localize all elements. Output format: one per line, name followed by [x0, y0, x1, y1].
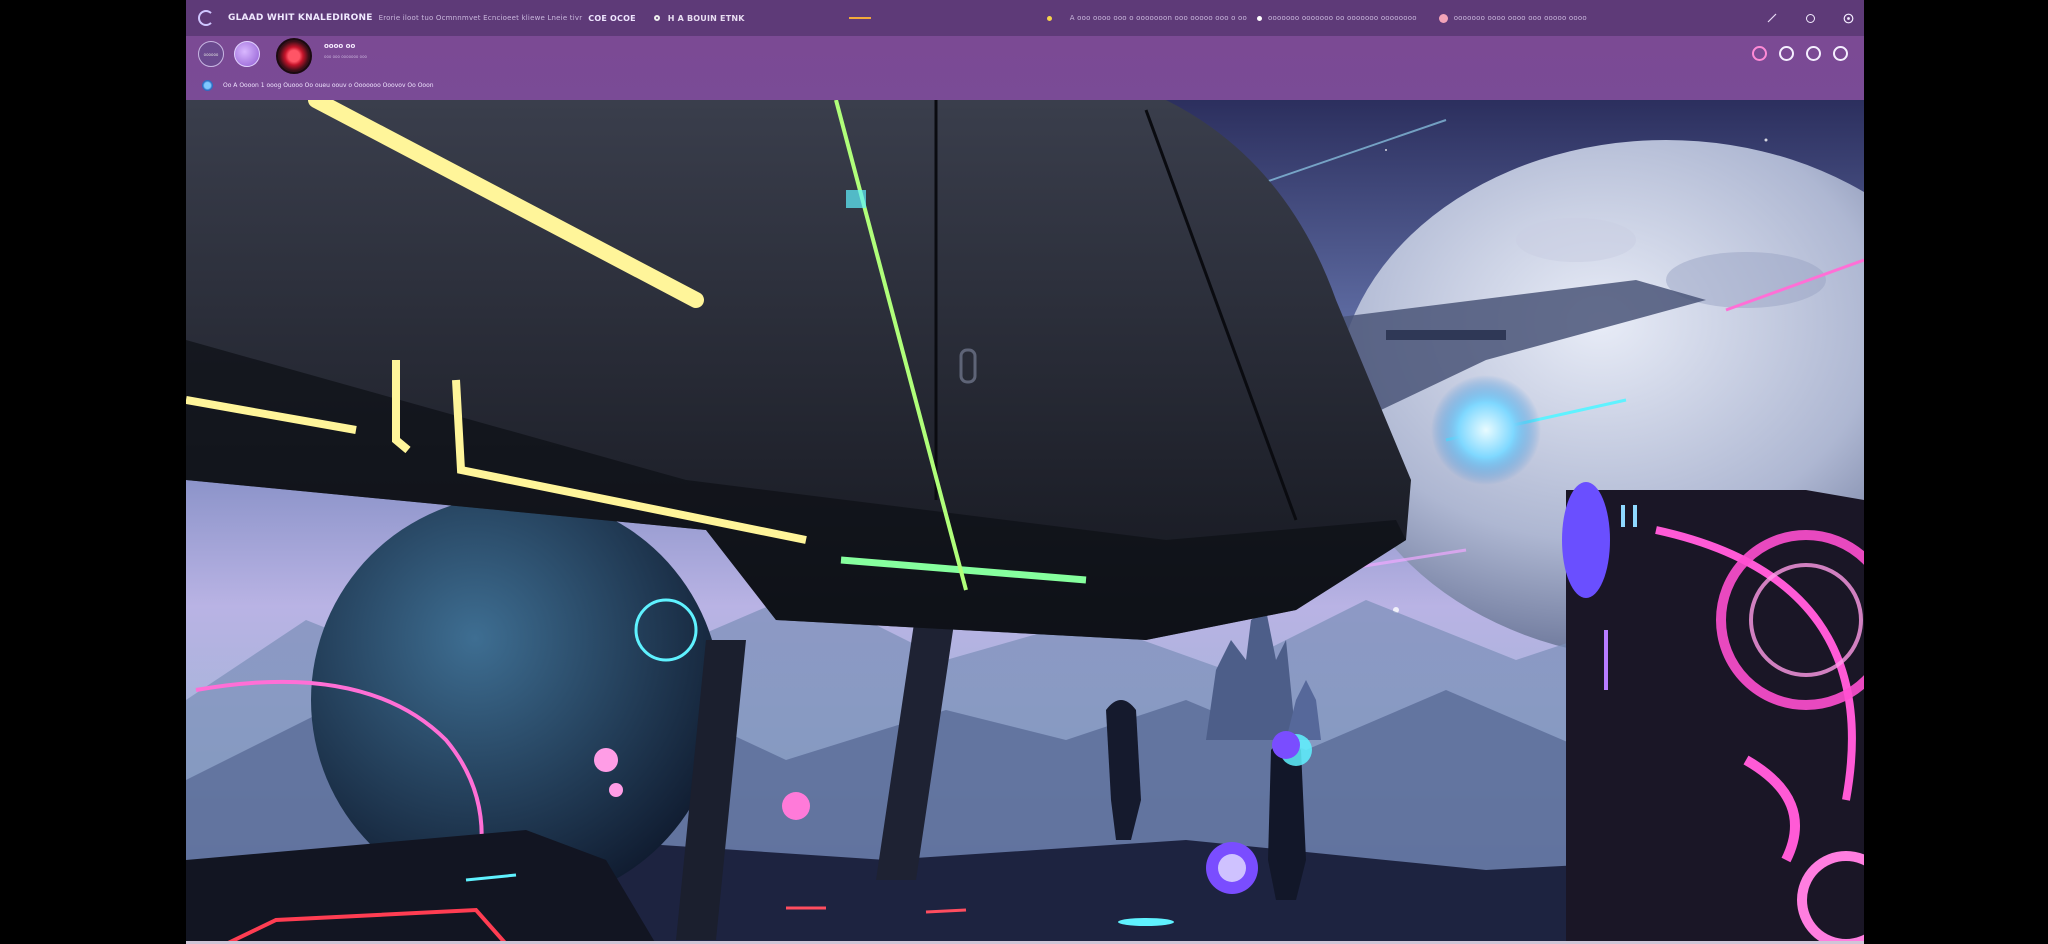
separator-dot-icon: [1257, 15, 1263, 21]
toolbar-rings: [1752, 46, 1848, 61]
center-text-1[interactable]: A ooo oooo ooo o ooooooon ooo ooooo ooo …: [1070, 14, 1247, 22]
logo-icon: [198, 10, 214, 26]
info-icon: [202, 80, 213, 91]
app-title: GLAAD WHIT KNALEDIRONE: [228, 13, 373, 23]
toggle-ring-2[interactable]: [1779, 46, 1794, 61]
brand[interactable]: GLAAD WHIT KNALEDIRONE Erorie iloot tuo …: [198, 10, 636, 26]
notification-dot-icon: [1438, 13, 1448, 23]
active-indicator: [848, 17, 871, 19]
toggle-ring-1[interactable]: [1752, 46, 1767, 61]
status-dot-icon: [1046, 15, 1052, 21]
pencil-icon[interactable]: [1766, 12, 1778, 24]
record-button[interactable]: [276, 38, 312, 74]
gear-icon[interactable]: [1842, 12, 1854, 24]
status-text: Oo A Oooon 1 ooog Ouooo Oo oueu oouv o O…: [223, 82, 434, 89]
center-text-2[interactable]: ooooooo ooooooo oo ooooooo oooooooo: [1268, 14, 1417, 22]
toggle-ring-4[interactable]: [1833, 46, 1848, 61]
app-title-extra: Erorie iloot tuo Ocmnnmvet Ecncioeet kli…: [378, 14, 583, 22]
right-text[interactable]: ooooooo oooo oooo ooo ooooo oooo: [1454, 14, 1587, 22]
window-controls: [1766, 0, 1854, 36]
user-circle-icon[interactable]: [1804, 12, 1816, 24]
avatar-secondary[interactable]: [234, 41, 260, 67]
app-title-tag: COE OCOE: [588, 13, 636, 23]
toggle-ring-3[interactable]: [1806, 46, 1821, 61]
nav-link[interactable]: H A BOUIN ETNK: [668, 14, 745, 23]
status-row: Oo A Oooon 1 ooog Ouooo Oo oueu oouv o O…: [202, 80, 434, 91]
profile-bar: oooooo oooo oo ooo ooo ooooooo ooo Oo A …: [186, 36, 1864, 106]
profile-name: oooo oo: [324, 42, 356, 50]
title-bar: GLAAD WHIT KNALEDIRONE Erorie iloot tuo …: [186, 0, 1864, 36]
avatar[interactable]: oooooo: [198, 41, 224, 67]
scene-illustration: [186, 100, 1864, 944]
app-window: GLAAD WHIT KNALEDIRONE Erorie iloot tuo …: [186, 0, 1864, 944]
nav-dot-icon: [653, 15, 660, 21]
profile-subtitle: ooo ooo ooooooo ooo: [324, 54, 367, 59]
avatar-label: oooooo: [203, 51, 219, 57]
